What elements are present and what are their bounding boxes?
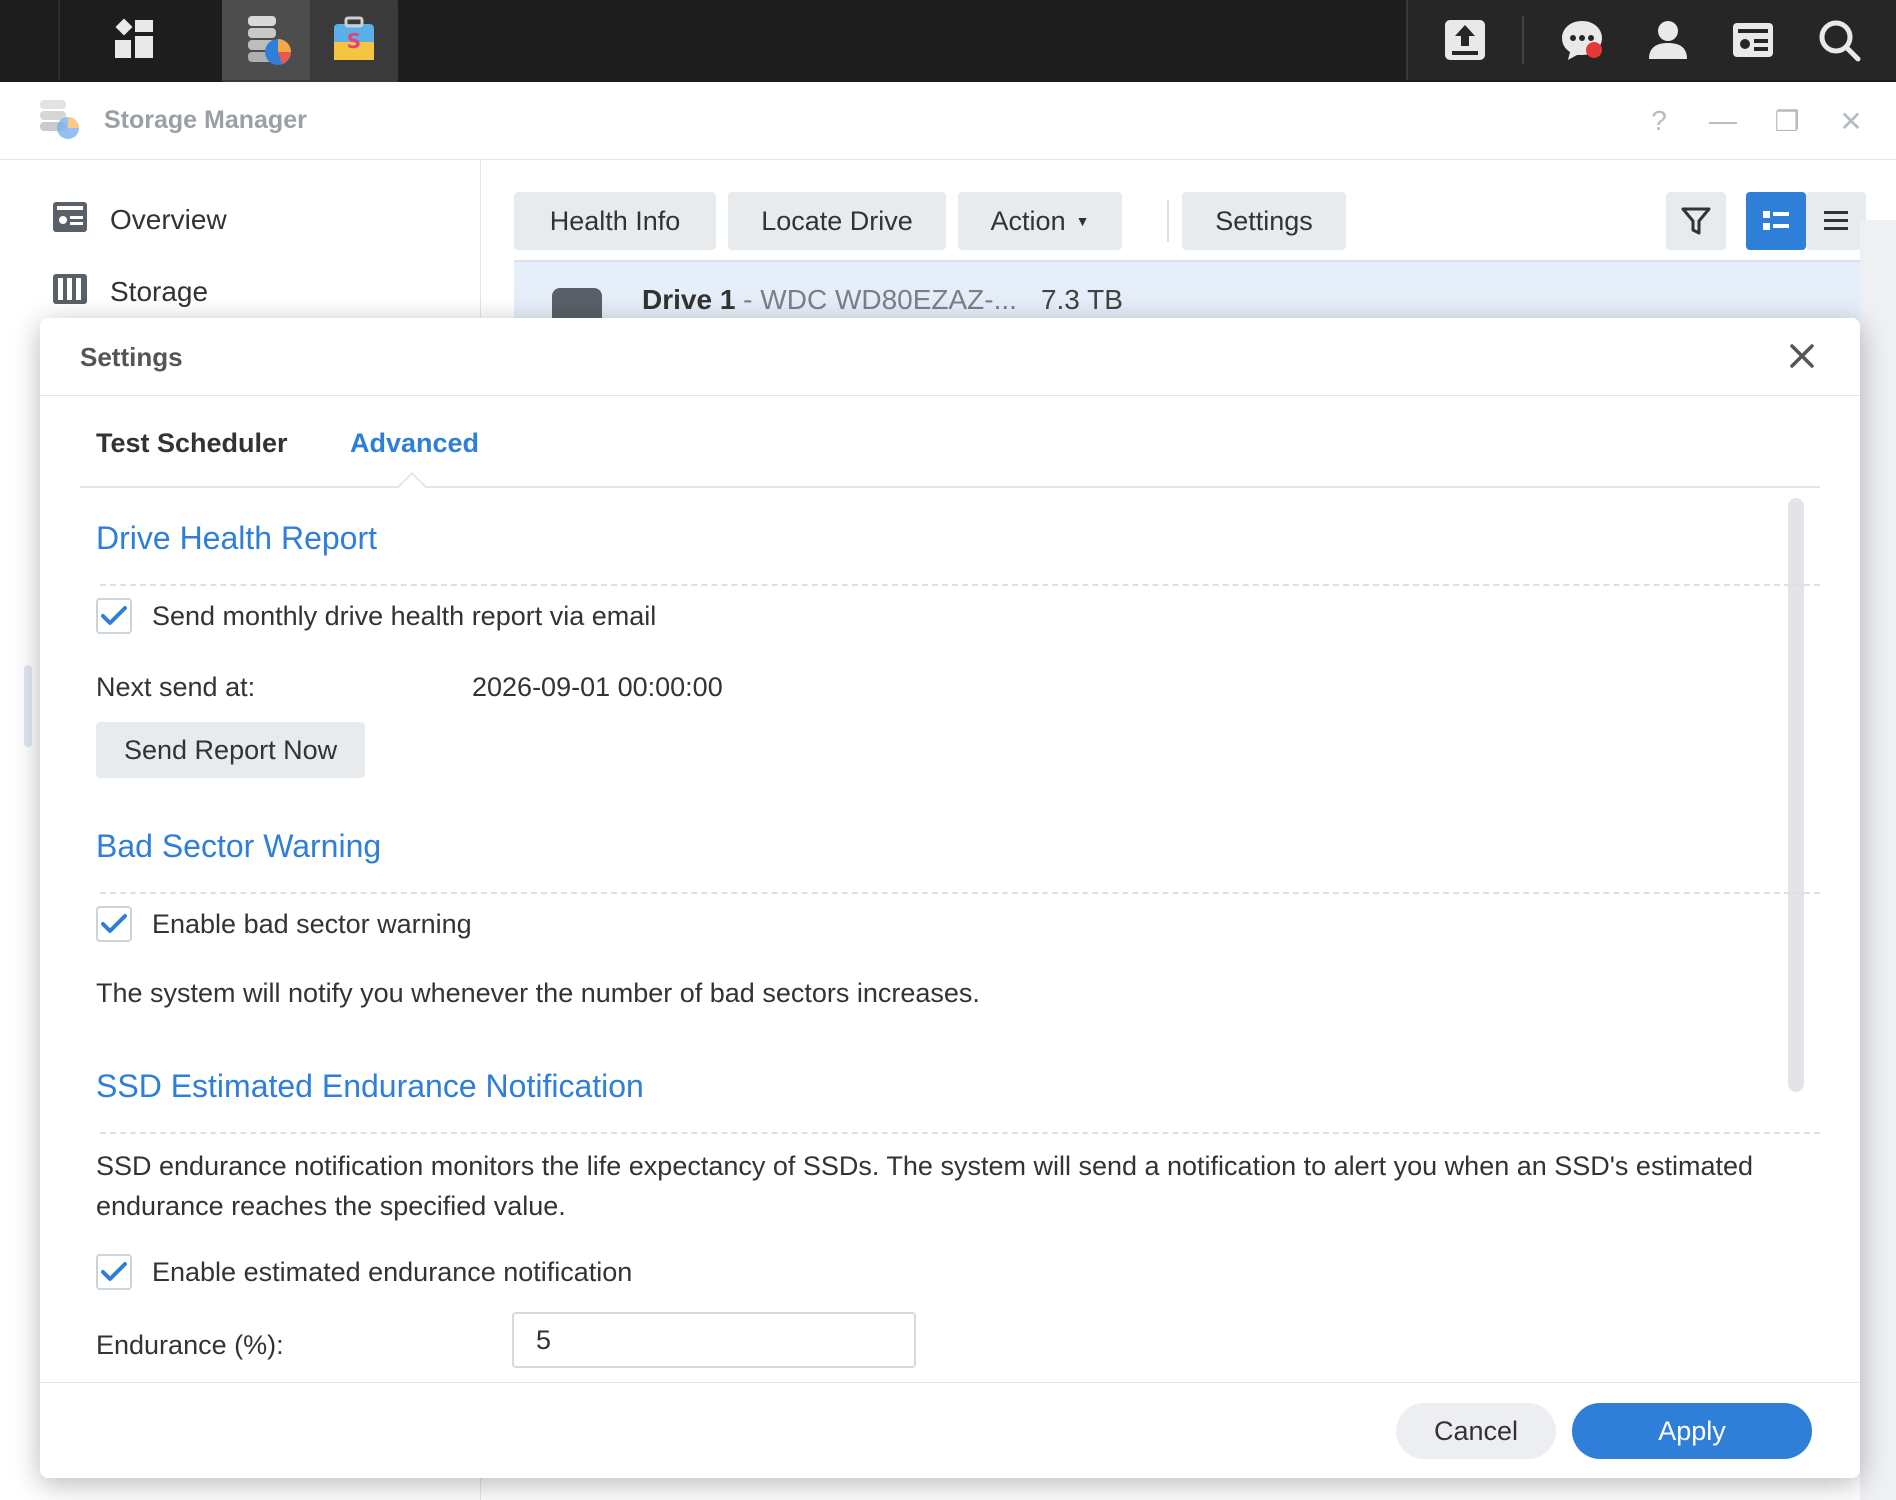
ssd-endurance-checkbox-label: Enable estimated endurance notification <box>152 1256 633 1287</box>
close-window-icon[interactable]: ✕ <box>1836 106 1866 137</box>
search-icon[interactable] <box>1811 12 1867 68</box>
background-shade <box>1860 220 1896 1500</box>
chevron-down-icon: ▼ <box>1075 213 1090 229</box>
storage-manager-icon[interactable] <box>222 0 310 80</box>
tab-advanced[interactable]: Advanced <box>350 428 479 459</box>
settings-dialog: Settings Test Scheduler Advanced Drive H… <box>40 318 1860 1478</box>
health-info-button[interactable]: Health Info <box>514 192 716 250</box>
svg-text:S: S <box>347 29 361 53</box>
help-icon[interactable]: ? <box>1644 105 1674 136</box>
window-title: Storage Manager <box>104 106 307 134</box>
locate-drive-button[interactable]: Locate Drive <box>728 192 946 250</box>
dialog-title: Settings <box>80 342 183 372</box>
drive-size: 7.3 TB <box>1040 284 1123 315</box>
storage-icon <box>52 273 88 312</box>
window-titlebar[interactable]: Storage Manager ? — ❐ ✕ <box>0 82 1896 160</box>
checkmark-icon <box>101 606 127 625</box>
ssd-endurance-checkbox[interactable] <box>96 1254 132 1290</box>
sidebar-item-label: Overview <box>110 204 227 235</box>
action-button[interactable]: Action ▼ <box>958 192 1122 250</box>
bad-sector-checkbox[interactable] <box>96 906 132 942</box>
list-view-icon <box>1763 211 1789 230</box>
dialog-footer: Cancel Apply <box>40 1382 1860 1478</box>
apply-button[interactable]: Apply <box>1572 1403 1812 1459</box>
drive-name: Drive 1 <box>642 284 736 315</box>
sidebar-selection-marker <box>24 665 32 747</box>
next-send-value: 2026-09-01 00:00:00 <box>472 672 723 702</box>
taskbar-apps: S <box>0 0 398 82</box>
overview-icon <box>52 201 88 240</box>
settings-button[interactable]: Settings <box>1182 192 1346 250</box>
filter-icon <box>1681 207 1711 235</box>
taskbar: S <box>0 0 1896 82</box>
health-report-checkbox-label: Send monthly drive health report via ema… <box>152 600 657 631</box>
health-report-checkbox[interactable] <box>96 598 132 634</box>
filter-button[interactable] <box>1666 192 1726 250</box>
app-icon <box>36 96 82 146</box>
bad-sector-checkbox-row[interactable]: Enable bad sector warning <box>96 906 472 942</box>
endurance-input[interactable]: 5 <box>512 1312 916 1368</box>
close-icon[interactable] <box>1784 338 1820 374</box>
drive-toolbar: Health Info Locate Drive Action ▼ Settin… <box>514 192 1866 250</box>
bad-sector-description: The system will notify you whenever the … <box>96 978 980 1008</box>
user-icon[interactable] <box>1640 12 1696 68</box>
drive-model: - WDC WD80EZAZ-... <box>735 284 1017 315</box>
cancel-button[interactable]: Cancel <box>1396 1403 1556 1459</box>
section-title-ssd-endurance: SSD Estimated Endurance Notification <box>96 1068 644 1104</box>
maximize-icon[interactable]: ❐ <box>1772 106 1802 137</box>
health-report-checkbox-row[interactable]: Send monthly drive health report via ema… <box>96 598 656 634</box>
toolbar-divider <box>1167 200 1169 242</box>
tab-test-scheduler[interactable]: Test Scheduler <box>96 428 288 459</box>
upload-icon[interactable] <box>1437 12 1493 68</box>
menu-view-button[interactable] <box>1806 192 1866 250</box>
list-view-button[interactable] <box>1746 192 1806 250</box>
section-divider <box>96 892 1820 894</box>
endurance-label: Endurance (%): <box>96 1330 284 1360</box>
drive-info: Drive 1 - WDC WD80EZAZ-... 7.3 TB <box>642 284 1123 316</box>
taskbar-open-apps: S <box>222 0 398 82</box>
dialog-tabs: Test Scheduler Advanced <box>80 428 1820 501</box>
taskbar-tray <box>1406 0 1896 80</box>
dialog-content: Drive Health Report Send monthly drive h… <box>96 494 1820 1382</box>
tray-divider <box>1522 16 1525 64</box>
ssd-endurance-description: SSD endurance notification monitors the … <box>96 1151 1753 1221</box>
chat-icon[interactable] <box>1554 12 1610 68</box>
section-divider <box>96 584 1820 586</box>
section-divider <box>96 1132 1820 1134</box>
checkmark-icon <box>101 1262 127 1281</box>
bad-sector-checkbox-label: Enable bad sector warning <box>152 908 472 939</box>
section-title-health-report: Drive Health Report <box>96 520 377 556</box>
window-controls: ? — ❐ ✕ <box>1644 82 1866 160</box>
dialog-header: Settings <box>40 318 1860 396</box>
main-menu-icon[interactable] <box>60 0 210 80</box>
send-report-now-button[interactable]: Send Report Now <box>96 722 366 778</box>
checkmark-icon <box>101 914 127 933</box>
menu-icon <box>1824 211 1848 230</box>
sidebar-item-label: Storage <box>110 276 209 307</box>
minimize-icon[interactable]: — <box>1708 105 1738 136</box>
action-label: Action <box>990 205 1066 236</box>
sidebar-item-overview[interactable]: Overview <box>0 184 480 256</box>
next-send-label: Next send at: <box>96 672 256 702</box>
ssd-endurance-checkbox-row[interactable]: Enable estimated endurance notification <box>96 1254 632 1290</box>
section-title-bad-sector: Bad Sector Warning <box>96 828 382 864</box>
widgets-icon[interactable] <box>1725 12 1781 68</box>
package-center-icon[interactable]: S <box>310 0 398 80</box>
